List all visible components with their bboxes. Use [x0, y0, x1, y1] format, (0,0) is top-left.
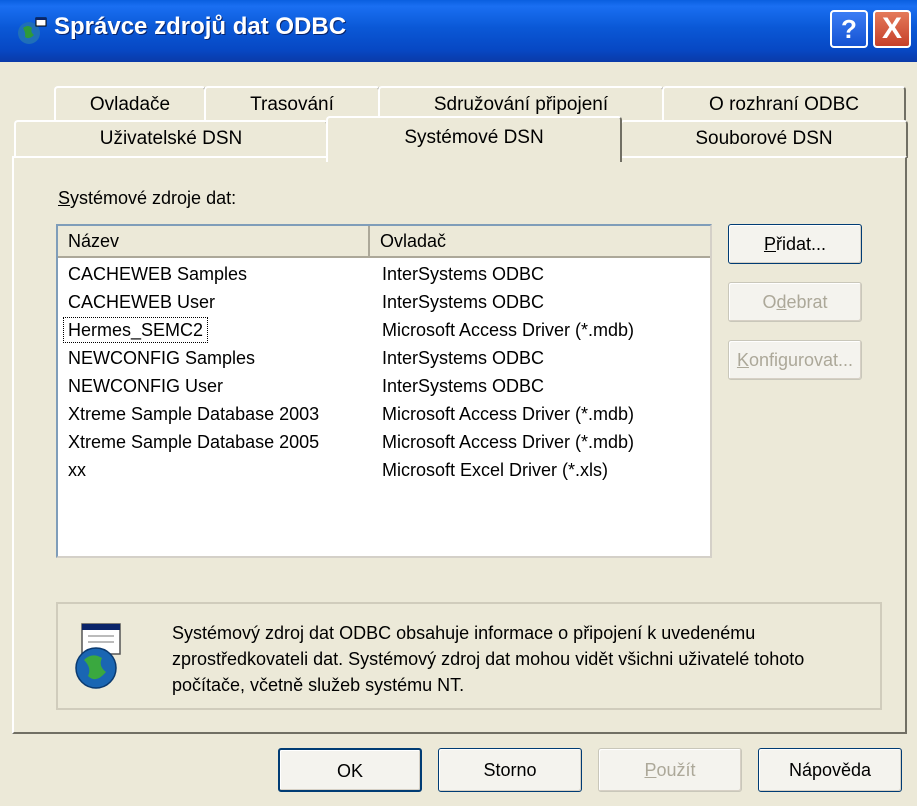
remove-button[interactable]: Odebrat [728, 282, 862, 322]
dsn-driver: Microsoft Excel Driver (*.xls) [382, 460, 609, 480]
column-header-name[interactable]: Název [58, 226, 370, 258]
dsn-name: xx [68, 460, 86, 480]
dsn-driver: InterSystems ODBC [382, 292, 545, 312]
system-data-sources-label: Systémové zdroje dat: [58, 188, 237, 208]
list-item[interactable]: Xtreme Sample Database 2003 Microsoft Ac… [58, 400, 710, 428]
dsn-name: NEWCONFIG User [68, 376, 223, 396]
list-header: Název Ovladač [58, 226, 710, 258]
dsn-driver: InterSystems ODBC [382, 376, 545, 396]
apply-button[interactable]: Použít [598, 748, 742, 792]
info-box: Systémový zdroj dat ODBC obsahuje inform… [56, 602, 882, 710]
add-button[interactable]: Přidat... [728, 224, 862, 264]
dsn-driver: Microsoft Access Driver (*.mdb) [382, 320, 635, 340]
list-item[interactable]: NEWCONFIG User InterSystems ODBC [58, 372, 710, 400]
odbc-globe-icon [18, 17, 47, 44]
tab-drivers[interactable]: Ovladače [54, 86, 206, 124]
help-button[interactable]: Nápověda [758, 748, 902, 792]
dsn-driver: InterSystems ODBC [382, 264, 545, 284]
data-source-icon [75, 623, 121, 689]
dsn-name: Hermes_SEMC2 [62, 317, 209, 343]
window-title: Správce zdrojů dat ODBC [54, 13, 347, 40]
list-item[interactable]: xx Microsoft Excel Driver (*.xls) [58, 456, 710, 484]
list-item[interactable]: Xtreme Sample Database 2005 Microsoft Ac… [58, 428, 710, 456]
help-title-button[interactable]: ? [830, 10, 868, 48]
close-button[interactable]: X [873, 10, 911, 48]
list-item[interactable]: CACHEWEB Samples InterSystems ODBC [58, 260, 710, 288]
dsn-name: NEWCONFIG Samples [68, 348, 256, 368]
dsn-name: CACHEWEB User [68, 292, 216, 312]
tab-system-dsn[interactable]: Systémové DSN [326, 116, 622, 162]
dsn-name: Xtreme Sample Database 2003 [68, 404, 320, 424]
ok-button[interactable]: OK [278, 748, 422, 792]
tab-file-dsn[interactable]: Souborové DSN [620, 120, 908, 158]
dsn-driver: Microsoft Access Driver (*.mdb) [382, 432, 635, 452]
column-header-driver[interactable]: Ovladač [370, 226, 710, 258]
list-item[interactable]: Hermes_SEMC2 Microsoft Access Driver (*.… [58, 316, 710, 344]
dsn-list[interactable]: Název Ovladač CACHEWEB Samples InterSyst… [56, 224, 712, 558]
tab-about[interactable]: O rozhraní ODBC [662, 86, 906, 124]
title-bar[interactable]: Správce zdrojů dat ODBC ? X [0, 0, 917, 62]
cancel-button[interactable]: Storno [438, 748, 582, 792]
list-item[interactable]: CACHEWEB User InterSystems ODBC [58, 288, 710, 316]
dsn-driver: Microsoft Access Driver (*.mdb) [382, 404, 635, 424]
tab-user-dsn[interactable]: Uživatelské DSN [14, 120, 328, 158]
dsn-name: Xtreme Sample Database 2005 [68, 432, 320, 452]
info-description: Systémový zdroj dat ODBC obsahuje inform… [172, 623, 805, 695]
dsn-name: CACHEWEB Samples [68, 264, 248, 284]
list-item[interactable]: NEWCONFIG Samples InterSystems ODBC [58, 344, 710, 372]
dsn-driver: InterSystems ODBC [382, 348, 545, 368]
configure-button[interactable]: Konfigurovat... [728, 340, 862, 380]
